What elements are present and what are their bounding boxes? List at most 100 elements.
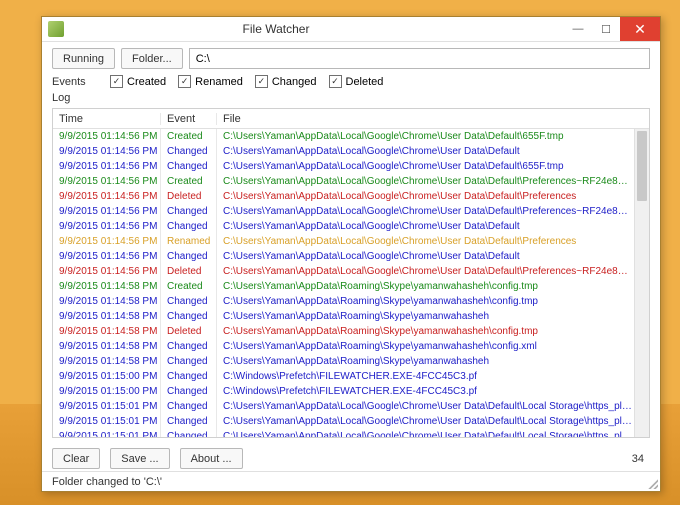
cell-file: C:\Users\Yaman\AppData\Local\Google\Chro… — [217, 144, 649, 159]
checkbox-icon: ✓ — [255, 75, 268, 88]
cell-event: Deleted — [161, 189, 217, 204]
table-row[interactable]: 9/9/2015 01:14:58 PMCreatedC:\Users\Yama… — [53, 279, 649, 294]
table-row[interactable]: 9/9/2015 01:14:58 PMChangedC:\Users\Yama… — [53, 309, 649, 324]
cell-event: Changed — [161, 384, 217, 399]
table-row[interactable]: 9/9/2015 01:14:56 PMDeletedC:\Users\Yama… — [53, 264, 649, 279]
column-time[interactable]: Time — [53, 113, 161, 125]
cell-time: 9/9/2015 01:14:58 PM — [53, 309, 161, 324]
cell-file: C:\Users\Yaman\AppData\Roaming\Skype\yam… — [217, 339, 649, 354]
cell-time: 9/9/2015 01:15:01 PM — [53, 429, 161, 437]
checkbox-icon: ✓ — [110, 75, 123, 88]
cell-file: C:\Windows\Prefetch\FILEWATCHER.EXE-4FCC… — [217, 369, 649, 384]
table-row[interactable]: 9/9/2015 01:14:58 PMChangedC:\Users\Yama… — [53, 339, 649, 354]
created-checkbox[interactable]: ✓ Created — [110, 75, 166, 88]
cell-event: Changed — [161, 369, 217, 384]
resize-gripper-icon[interactable] — [646, 477, 658, 489]
event-count: 34 — [632, 453, 650, 465]
save-button[interactable]: Save ... — [110, 448, 169, 469]
cell-time: 9/9/2015 01:14:58 PM — [53, 354, 161, 369]
log-label: Log — [42, 90, 660, 108]
cell-time: 9/9/2015 01:14:56 PM — [53, 234, 161, 249]
column-file[interactable]: File — [217, 113, 649, 125]
cell-file: C:\Users\Yaman\AppData\Roaming\Skype\yam… — [217, 294, 649, 309]
table-row[interactable]: 9/9/2015 01:14:56 PMChangedC:\Users\Yama… — [53, 144, 649, 159]
table-row[interactable]: 9/9/2015 01:14:58 PMDeletedC:\Users\Yama… — [53, 324, 649, 339]
table-row[interactable]: 9/9/2015 01:15:01 PMChangedC:\Users\Yama… — [53, 429, 649, 437]
cell-file: C:\Users\Yaman\AppData\Local\Google\Chro… — [217, 249, 649, 264]
deleted-label: Deleted — [346, 76, 384, 88]
cell-event: Deleted — [161, 324, 217, 339]
about-button[interactable]: About ... — [180, 448, 243, 469]
cell-file: C:\Users\Yaman\AppData\Roaming\Skype\yam… — [217, 309, 649, 324]
cell-event: Changed — [161, 159, 217, 174]
created-label: Created — [127, 76, 166, 88]
changed-label: Changed — [272, 76, 317, 88]
changed-checkbox[interactable]: ✓ Changed — [255, 75, 317, 88]
window-controls: — ☐ ✕ — [564, 17, 660, 41]
scrollbar[interactable] — [634, 129, 649, 437]
cell-file: C:\Users\Yaman\AppData\Local\Google\Chro… — [217, 429, 649, 437]
cell-event: Renamed — [161, 234, 217, 249]
cell-file: C:\Users\Yaman\AppData\Local\Google\Chro… — [217, 264, 649, 279]
scrollbar-thumb[interactable] — [637, 131, 647, 201]
minimize-button[interactable]: — — [564, 17, 592, 41]
cell-event: Changed — [161, 219, 217, 234]
table-row[interactable]: 9/9/2015 01:15:01 PMChangedC:\Users\Yama… — [53, 399, 649, 414]
cell-file: C:\Users\Yaman\AppData\Local\Google\Chro… — [217, 234, 649, 249]
list-body[interactable]: 9/9/2015 01:14:56 PMCreatedC:\Users\Yama… — [53, 129, 649, 437]
cell-time: 9/9/2015 01:14:56 PM — [53, 144, 161, 159]
cell-file: C:\Users\Yaman\AppData\Local\Google\Chro… — [217, 189, 649, 204]
table-row[interactable]: 9/9/2015 01:14:56 PMCreatedC:\Users\Yama… — [53, 174, 649, 189]
checkbox-icon: ✓ — [178, 75, 191, 88]
cell-time: 9/9/2015 01:14:58 PM — [53, 339, 161, 354]
renamed-label: Renamed — [195, 76, 243, 88]
table-row[interactable]: 9/9/2015 01:14:56 PMChangedC:\Users\Yama… — [53, 219, 649, 234]
cell-time: 9/9/2015 01:15:00 PM — [53, 369, 161, 384]
table-row[interactable]: 9/9/2015 01:14:56 PMChangedC:\Users\Yama… — [53, 204, 649, 219]
list-header: Time Event File — [53, 109, 649, 129]
table-row[interactable]: 9/9/2015 01:14:56 PMChangedC:\Users\Yama… — [53, 159, 649, 174]
renamed-checkbox[interactable]: ✓ Renamed — [178, 75, 243, 88]
table-row[interactable]: 9/9/2015 01:14:58 PMChangedC:\Users\Yama… — [53, 354, 649, 369]
maximize-button[interactable]: ☐ — [592, 17, 620, 41]
status-text: Folder changed to 'C:\' — [52, 476, 162, 488]
cell-file: C:\Users\Yaman\AppData\Local\Google\Chro… — [217, 204, 649, 219]
cell-event: Created — [161, 174, 217, 189]
events-label: Events — [52, 76, 98, 88]
table-row[interactable]: 9/9/2015 01:14:56 PMRenamedC:\Users\Yama… — [53, 234, 649, 249]
cell-time: 9/9/2015 01:14:58 PM — [53, 294, 161, 309]
table-row[interactable]: 9/9/2015 01:14:56 PMChangedC:\Users\Yama… — [53, 249, 649, 264]
cell-time: 9/9/2015 01:15:01 PM — [53, 399, 161, 414]
cell-file: C:\Windows\Prefetch\FILEWATCHER.EXE-4FCC… — [217, 384, 649, 399]
event-list: Time Event File 9/9/2015 01:14:56 PMCrea… — [52, 108, 650, 438]
table-row[interactable]: 9/9/2015 01:14:56 PMDeletedC:\Users\Yama… — [53, 189, 649, 204]
table-row[interactable]: 9/9/2015 01:15:01 PMChangedC:\Users\Yama… — [53, 414, 649, 429]
cell-file: C:\Users\Yaman\AppData\Roaming\Skype\yam… — [217, 279, 649, 294]
table-row[interactable]: 9/9/2015 01:14:56 PMCreatedC:\Users\Yama… — [53, 129, 649, 144]
cell-event: Changed — [161, 339, 217, 354]
close-button[interactable]: ✕ — [620, 17, 660, 41]
table-row[interactable]: 9/9/2015 01:14:58 PMChangedC:\Users\Yama… — [53, 294, 649, 309]
clear-button[interactable]: Clear — [52, 448, 100, 469]
path-input[interactable]: C:\ — [189, 48, 650, 69]
cell-event: Changed — [161, 414, 217, 429]
cell-time: 9/9/2015 01:14:56 PM — [53, 264, 161, 279]
cell-time: 9/9/2015 01:14:56 PM — [53, 174, 161, 189]
cell-time: 9/9/2015 01:14:56 PM — [53, 249, 161, 264]
bottom-toolbar: Clear Save ... About ... 34 — [42, 444, 660, 471]
cell-event: Created — [161, 129, 217, 144]
table-row[interactable]: 9/9/2015 01:15:00 PMChangedC:\Windows\Pr… — [53, 384, 649, 399]
column-event[interactable]: Event — [161, 113, 217, 125]
running-button[interactable]: Running — [52, 48, 115, 69]
cell-time: 9/9/2015 01:14:56 PM — [53, 204, 161, 219]
cell-event: Changed — [161, 249, 217, 264]
cell-file: C:\Users\Yaman\AppData\Local\Google\Chro… — [217, 159, 649, 174]
deleted-checkbox[interactable]: ✓ Deleted — [329, 75, 384, 88]
cell-file: C:\Users\Yaman\AppData\Local\Google\Chro… — [217, 414, 649, 429]
cell-event: Changed — [161, 399, 217, 414]
table-row[interactable]: 9/9/2015 01:15:00 PMChangedC:\Windows\Pr… — [53, 369, 649, 384]
cell-time: 9/9/2015 01:15:01 PM — [53, 414, 161, 429]
cell-time: 9/9/2015 01:14:58 PM — [53, 324, 161, 339]
cell-event: Changed — [161, 429, 217, 437]
folder-button[interactable]: Folder... — [121, 48, 183, 69]
